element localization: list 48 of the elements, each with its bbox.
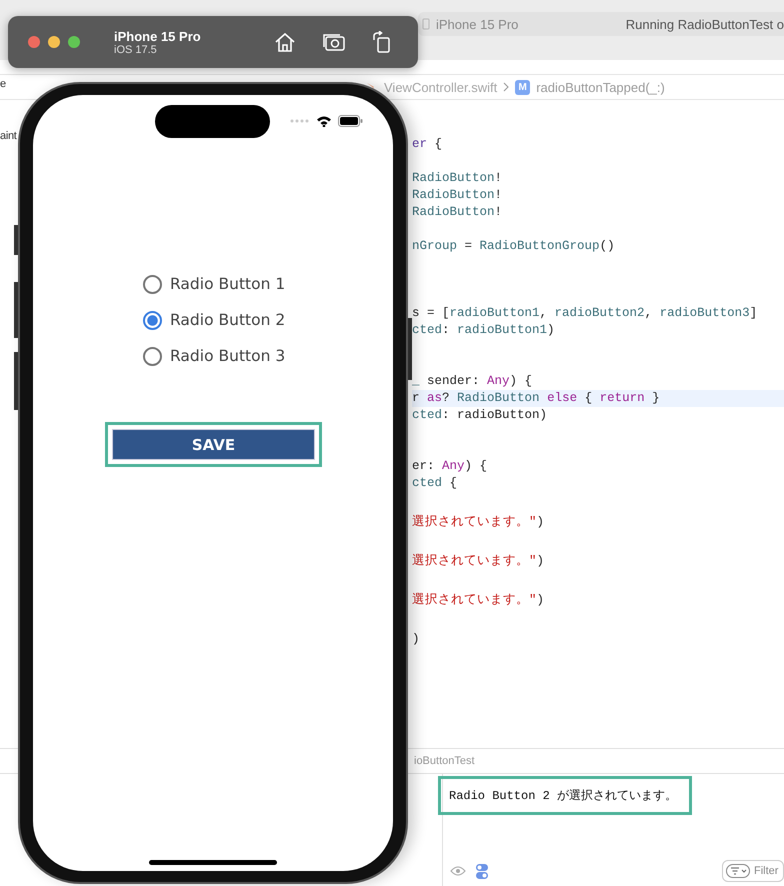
window-subtitle: iOS 17.5 xyxy=(114,44,158,56)
window-control[interactable] xyxy=(68,36,80,48)
code-line: _ sender: Any) { xyxy=(412,373,534,390)
code-line: cted { xyxy=(412,475,458,492)
home-icon[interactable] xyxy=(274,32,296,52)
window-title: iPhone 15 Pro xyxy=(114,28,201,44)
run-status: Running RadioButtonTest o xyxy=(626,16,784,32)
console-output: Radio Button 2 が選択されています。 xyxy=(438,776,692,815)
filter-field[interactable]: Filter xyxy=(722,860,784,882)
code-line: nGroup = RadioButtonGroup() xyxy=(412,238,616,255)
breadcrumb-item[interactable]: radioButtonTapped(_:) xyxy=(536,80,665,94)
code-line: er: Any) { xyxy=(412,458,488,475)
code-line: 選択されています。") xyxy=(412,514,546,531)
radio-label: Radio Button 2 xyxy=(170,311,286,329)
radio-label: Radio Button 1 xyxy=(170,275,286,293)
eye-icon[interactable] xyxy=(450,866,466,876)
phone-icon xyxy=(422,18,430,30)
code-line: cted: radioButton) xyxy=(412,407,548,424)
sidebar-text: e xyxy=(0,78,6,90)
breadcrumb-item[interactable]: ViewController.swift xyxy=(384,80,498,94)
radio-button[interactable] xyxy=(143,310,162,330)
battery-icon xyxy=(338,115,363,127)
code-line: er { xyxy=(412,136,444,153)
toggle-icon[interactable] xyxy=(476,864,488,878)
code-line: ) xyxy=(412,631,421,648)
device-label[interactable]: iPhone 15 Pro xyxy=(436,16,518,32)
code-line: cted: radioButton1) xyxy=(412,322,556,339)
wifi-icon xyxy=(316,115,332,127)
chevron-icon xyxy=(503,82,510,92)
save-button[interactable]: SAVE xyxy=(112,429,315,460)
filter-icon[interactable] xyxy=(726,864,750,878)
radio-button[interactable] xyxy=(143,274,162,294)
target-label: ioButtonTest xyxy=(414,755,475,767)
signal-dots-icon xyxy=(290,119,310,123)
radio-button[interactable] xyxy=(143,346,162,366)
code-line: RadioButton! xyxy=(412,187,504,204)
radio-label: Radio Button 3 xyxy=(170,347,286,365)
sidebar-text: aint xyxy=(0,130,17,142)
code-line: s = [radioButton1, radioButton2, radioButton3] xyxy=(412,305,758,322)
method-badge: M xyxy=(515,80,530,94)
camera-icon[interactable] xyxy=(322,32,346,52)
window-control[interactable] xyxy=(48,36,60,48)
code-line: RadioButton! xyxy=(412,170,504,187)
code-line: 選択されています。") xyxy=(412,553,546,570)
code-line: 選択されています。") xyxy=(412,592,546,609)
code-line: RadioButton! xyxy=(412,204,504,221)
window-control[interactable] xyxy=(28,36,40,48)
rotate-icon[interactable] xyxy=(372,31,392,53)
